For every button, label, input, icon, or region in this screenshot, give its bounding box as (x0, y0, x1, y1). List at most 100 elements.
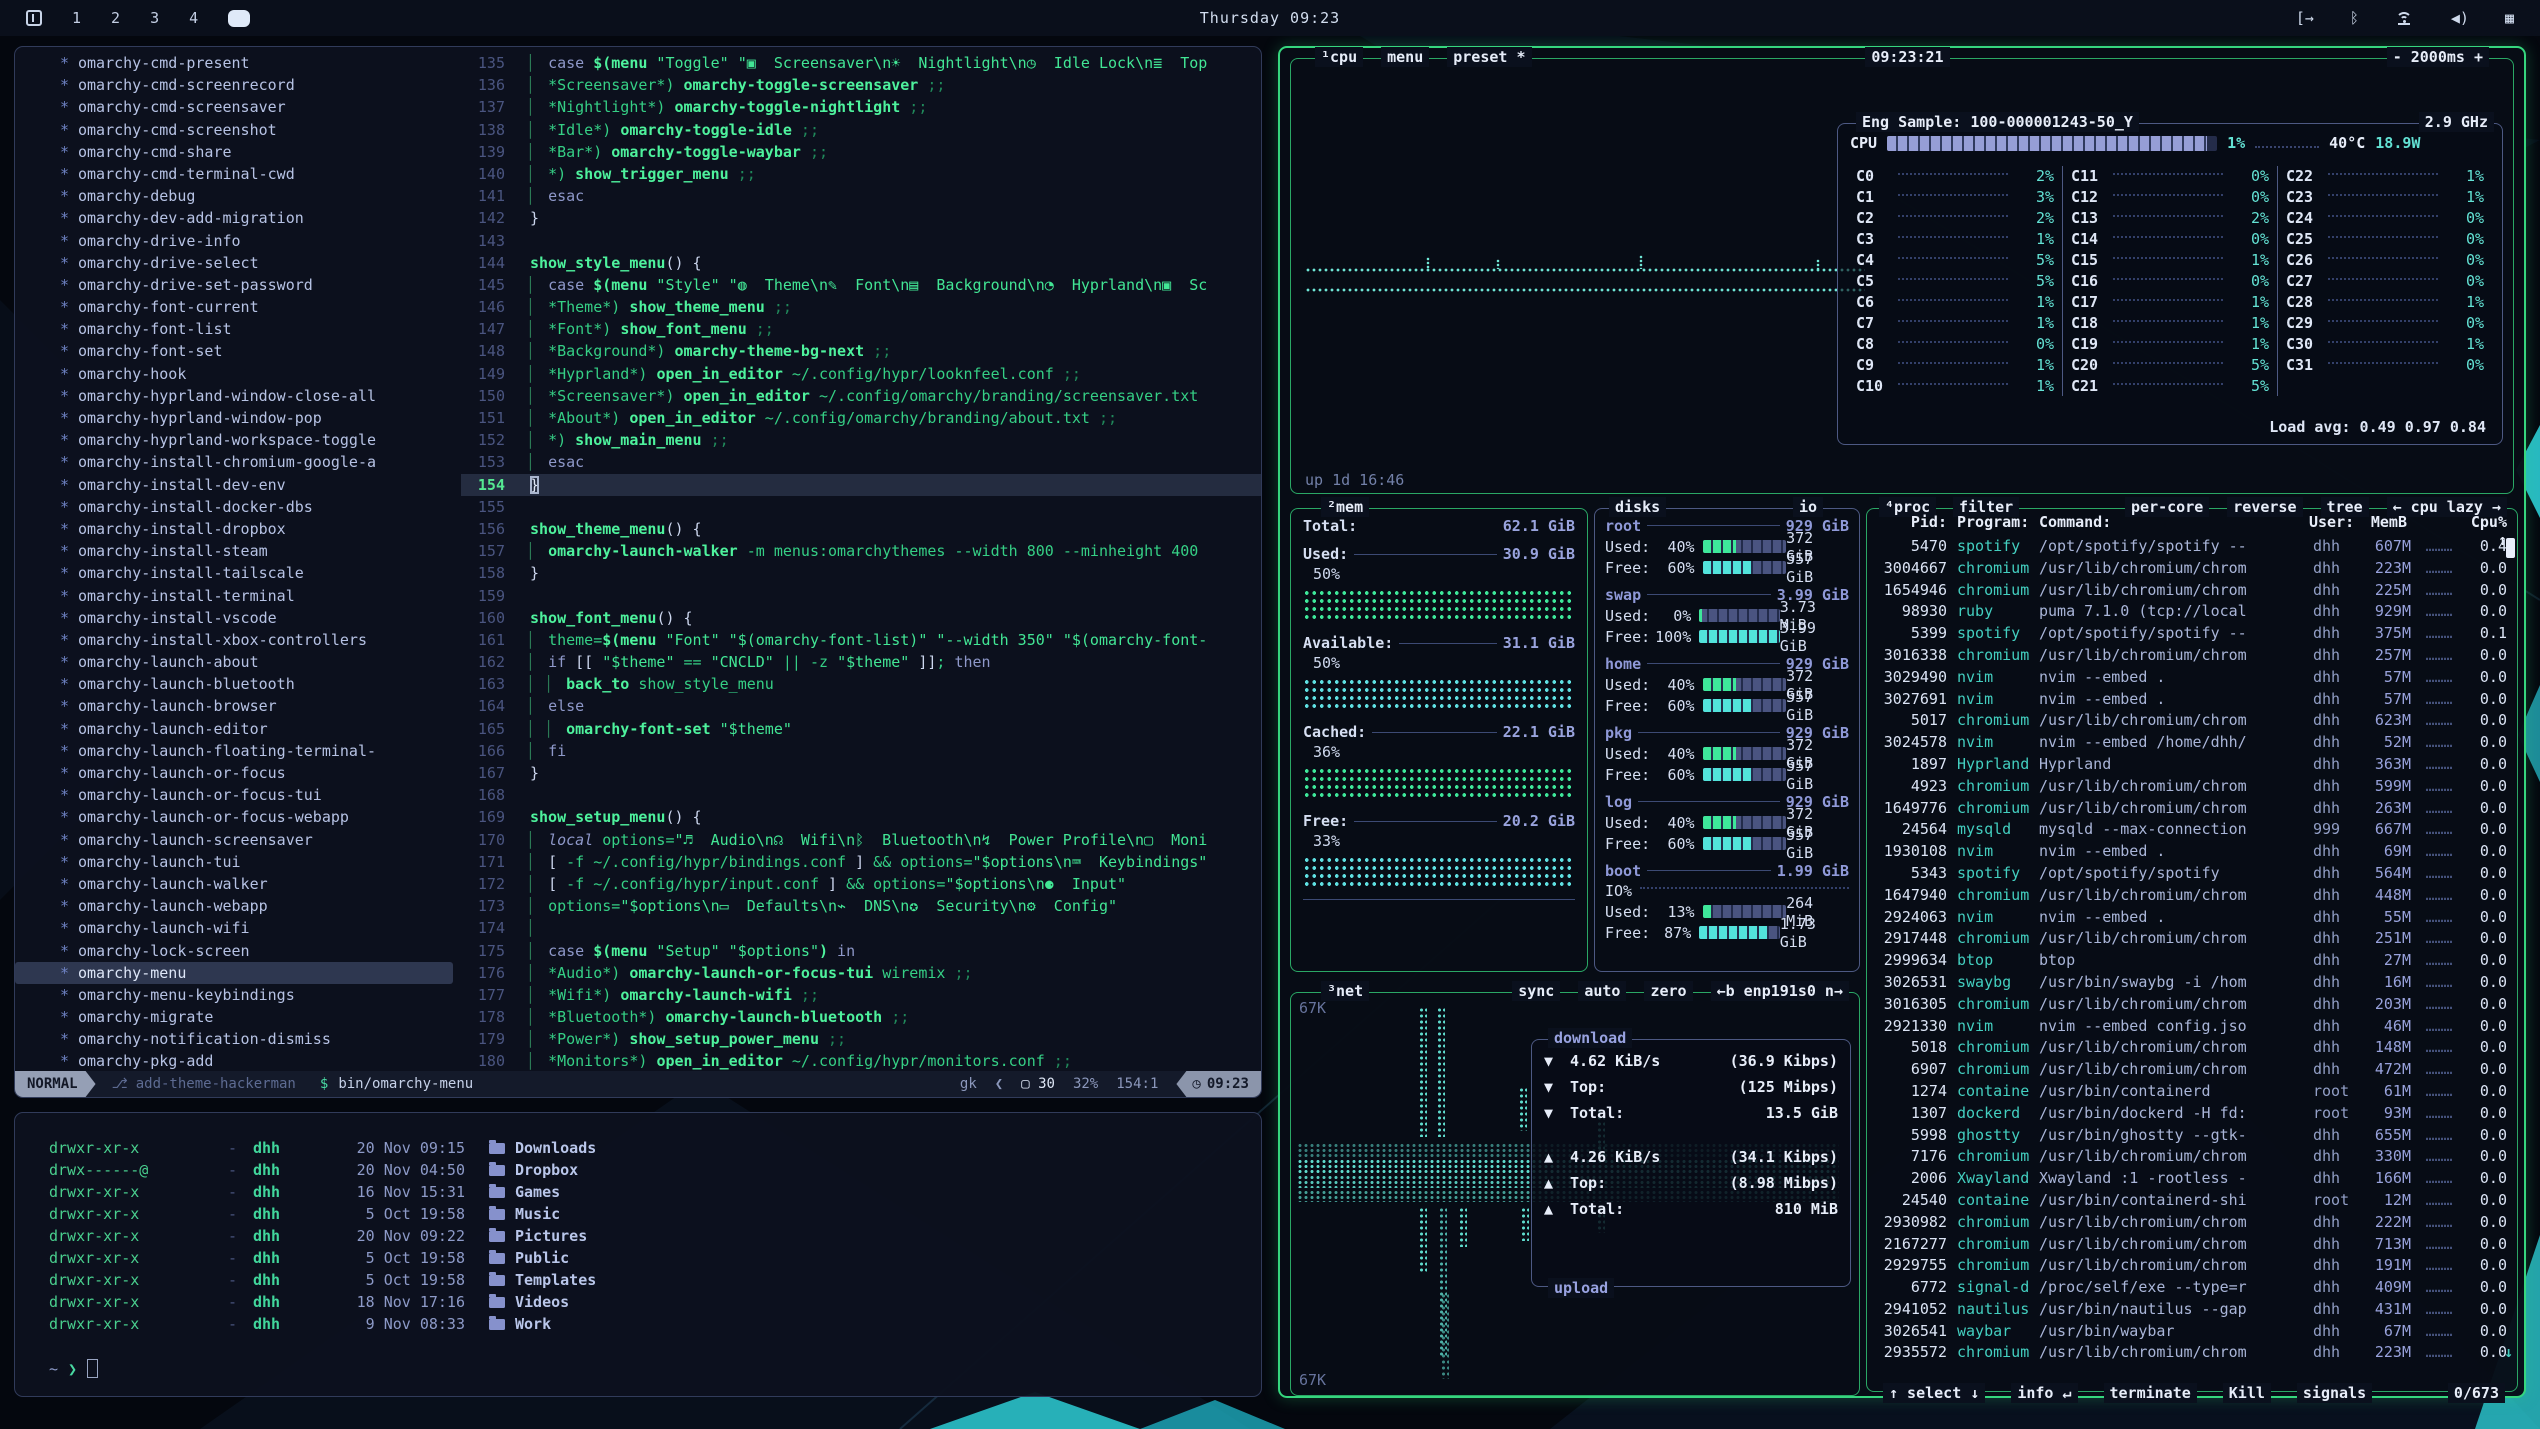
code-line-146[interactable]: 146▏ *Theme*) show_theme_menu ;; (461, 296, 1261, 318)
file-item[interactable]: *omarchy-install-dropbox (15, 518, 461, 540)
net-chip-benp191s0n[interactable]: ←b enp191s0 n→ (1711, 981, 1849, 1001)
file-item[interactable]: *omarchy-launch-tui (15, 851, 461, 873)
omarchy-logo-icon[interactable] (26, 10, 42, 26)
code-line-139[interactable]: 139▏ *Bar*) omarchy-toggle-waybar ;; (461, 141, 1261, 163)
code-line-140[interactable]: 140▏ *) show_trigger_menu ;; (461, 163, 1261, 185)
process-row[interactable]: 7176chromium/usr/lib/chromium/chromdhh33… (1877, 1146, 2507, 1168)
proc-action-info[interactable]: info ↵ (2011, 1383, 2077, 1403)
file-item[interactable]: *omarchy-drive-info (15, 230, 461, 252)
proc-action-Kill[interactable]: Kill (2223, 1383, 2271, 1403)
file-item[interactable]: *omarchy-launch-wifi (15, 917, 461, 939)
code-line-144[interactable]: 144show_style_menu() { (461, 252, 1261, 274)
file-item[interactable]: *omarchy-install-docker-dbs (15, 496, 461, 518)
file-item[interactable]: *omarchy-dev-add-migration (15, 207, 461, 229)
file-item[interactable]: *omarchy-install-vscode (15, 607, 461, 629)
file-item[interactable]: *omarchy-cmd-screenrecord (15, 74, 461, 96)
file-item[interactable]: *omarchy-font-current (15, 296, 461, 318)
process-row[interactable]: 3024578nvimnvim --embed /home/dhh/dhh52M… (1877, 732, 2507, 754)
code-line-156[interactable]: 156show_theme_menu() { (461, 518, 1261, 540)
code-line-159[interactable]: 159 (461, 585, 1261, 607)
file-item[interactable]: *omarchy-drive-set-password (15, 274, 461, 296)
code-line-161[interactable]: 161▏ theme=$(menu "Font" "$(omarchy-font… (461, 629, 1261, 651)
file-item[interactable]: *omarchy-install-terminal (15, 585, 461, 607)
process-row[interactable]: 2935572chromium/usr/lib/chromium/chromdh… (1877, 1342, 2507, 1364)
bluetooth-icon[interactable]: ᛒ (2350, 9, 2359, 27)
process-row[interactable]: 3029490nvimnvim --embed .dhh57M………0.0 (1877, 667, 2507, 689)
file-item[interactable]: *omarchy-launch-about (15, 651, 461, 673)
file-item[interactable]: *omarchy-launch-or-focus-webapp (15, 806, 461, 828)
scroll-down-icon[interactable]: ↓ (2504, 1343, 2513, 1361)
process-row[interactable]: 3026541waybar/usr/bin/waybardhh67M………0.0 (1877, 1321, 2507, 1343)
code-line-160[interactable]: 160show_font_menu() { (461, 607, 1261, 629)
file-item[interactable]: *omarchy-hyprland-window-close-all (15, 385, 461, 407)
process-row[interactable]: 1649776chromium/usr/lib/chromium/chromdh… (1877, 798, 2507, 820)
file-item[interactable]: *omarchy-install-steam (15, 540, 461, 562)
net-title[interactable]: ³net (1321, 981, 1369, 1001)
net-chip-sync[interactable]: sync (1512, 981, 1560, 1001)
code-line-174[interactable]: 174▏ (461, 917, 1261, 939)
process-row[interactable]: 3026531swaybg/usr/bin/swaybg -i /homdhh1… (1877, 972, 2507, 994)
code-line-147[interactable]: 147▏ *Font*) show_font_menu ;; (461, 318, 1261, 340)
process-row[interactable]: 5343spotify/opt/spotify/spotifydhh564M……… (1877, 863, 2507, 885)
file-item[interactable]: *omarchy-cmd-present (15, 52, 461, 74)
logout-icon[interactable]: [→ (2296, 9, 2314, 27)
file-item[interactable]: *omarchy-pkg-add (15, 1050, 461, 1071)
file-item[interactable]: *omarchy-hyprland-window-pop (15, 407, 461, 429)
code-line-170[interactable]: 170▏ local options="♬ Audio\n☊ Wifi\nᛒ B… (461, 829, 1261, 851)
code-line-150[interactable]: 150▏ *Screensaver*) open_in_editor ~/.co… (461, 385, 1261, 407)
network-icon[interactable] (2395, 11, 2415, 25)
file-item[interactable]: *omarchy-install-chromium-google-a (15, 451, 461, 473)
shell-prompt[interactable]: ~ ❯ (49, 1359, 1261, 1378)
file-item[interactable]: *omarchy-install-tailscale (15, 562, 461, 584)
process-row[interactable]: 1897HyprlandHyprlanddhh363M………0.0 (1877, 754, 2507, 776)
net-chip-auto[interactable]: auto (1578, 981, 1626, 1001)
code-line-175[interactable]: 175▏ case $(menu "Setup" "$options") in (461, 940, 1261, 962)
process-row[interactable]: 2941052nautilus/usr/bin/nautilus --gapdh… (1877, 1299, 2507, 1321)
volume-icon[interactable]: ◀) (2451, 9, 2469, 27)
process-row[interactable]: 5998ghostty/usr/bin/ghostty --gtk-dhh655… (1877, 1125, 2507, 1147)
file-item[interactable]: *omarchy-install-dev-env (15, 474, 461, 496)
workspace-3[interactable]: 3 (150, 9, 159, 27)
code-line-179[interactable]: 179▏ *Power*) show_setup_power_menu ;; (461, 1028, 1261, 1050)
code-line-145[interactable]: 145▏ case $(menu "Style" "◍ Theme\n✎ Fon… (461, 274, 1261, 296)
code-line-151[interactable]: 151▏ *About*) open_in_editor ~/.config/o… (461, 407, 1261, 429)
process-row[interactable]: 1654946chromium/usr/lib/chromium/chromdh… (1877, 580, 2507, 602)
workspace-2[interactable]: 2 (111, 9, 120, 27)
process-row[interactable]: 1647940chromium/usr/lib/chromium/chromdh… (1877, 885, 2507, 907)
process-row[interactable]: 24540containe/usr/bin/containerd-shiroot… (1877, 1190, 2507, 1212)
workspace-1[interactable]: 1 (72, 9, 81, 27)
workspace-4[interactable]: 4 (189, 9, 198, 27)
code-line-138[interactable]: 138▏ *Idle*) omarchy-toggle-idle ;; (461, 119, 1261, 141)
process-row[interactable]: 1274containe/usr/bin/containerdroot61M……… (1877, 1081, 2507, 1103)
code-line-158[interactable]: 158} (461, 562, 1261, 584)
process-row[interactable]: 4923chromium/usr/lib/chromium/chromdhh59… (1877, 776, 2507, 798)
file-item[interactable]: *omarchy-launch-walker (15, 873, 461, 895)
process-row[interactable]: 3004667chromium/usr/lib/chromium/chromdh… (1877, 558, 2507, 580)
code-line-168[interactable]: 168 (461, 784, 1261, 806)
code-line-135[interactable]: 135▏ case $(menu "Toggle" "▣ Screensaver… (461, 52, 1261, 74)
process-row[interactable]: 2917448chromium/usr/lib/chromium/chromdh… (1877, 928, 2507, 950)
file-item[interactable]: *omarchy-launch-or-focus-tui (15, 784, 461, 806)
process-row[interactable]: 98930rubypuma 7.1.0 (tcp://localdhh929M…… (1877, 601, 2507, 623)
code-line-171[interactable]: 171▏ [ -f ~/.config/hypr/bindings.conf ]… (461, 851, 1261, 873)
process-row[interactable]: 3016305chromium/usr/lib/chromium/chromdh… (1877, 994, 2507, 1016)
update-interval-control[interactable]: - 2000ms + (2387, 47, 2489, 67)
process-row[interactable]: 1307dockerd/usr/bin/dockerd -H fd:root93… (1877, 1103, 2507, 1125)
code-line-165[interactable]: 165▏ ▏ omarchy-font-set "$theme" (461, 718, 1261, 740)
code-line-137[interactable]: 137▏ *Nightlight*) omarchy-toggle-nightl… (461, 96, 1261, 118)
process-row[interactable]: 5470spotify/opt/spotify/spotify --dhh607… (1877, 536, 2507, 558)
code-line-177[interactable]: 177▏ *Wifi*) omarchy-launch-wifi ;; (461, 984, 1261, 1006)
process-row[interactable]: 2006XwaylandXwayland :1 -rootless -dhh16… (1877, 1168, 2507, 1190)
code-line-178[interactable]: 178▏ *Bluetooth*) omarchy-launch-bluetoo… (461, 1006, 1261, 1028)
file-item[interactable]: *omarchy-launch-browser (15, 695, 461, 717)
file-item[interactable]: *omarchy-lock-screen (15, 940, 461, 962)
cpu-monitor-icon[interactable]: ▦ (2505, 9, 2514, 27)
active-workspace-indicator[interactable] (228, 10, 250, 27)
net-chip-zero[interactable]: zero (1644, 981, 1692, 1001)
process-row[interactable]: 2929755chromium/usr/lib/chromium/chromdh… (1877, 1255, 2507, 1277)
file-item[interactable]: *omarchy-migrate (15, 1006, 461, 1028)
process-row[interactable]: 2930982chromium/usr/lib/chromium/chromdh… (1877, 1212, 2507, 1234)
file-item[interactable]: *omarchy-cmd-share (15, 141, 461, 163)
process-row[interactable]: 5018chromium/usr/lib/chromium/chromdhh14… (1877, 1037, 2507, 1059)
process-row[interactable]: 2167277chromium/usr/lib/chromium/chromdh… (1877, 1234, 2507, 1256)
